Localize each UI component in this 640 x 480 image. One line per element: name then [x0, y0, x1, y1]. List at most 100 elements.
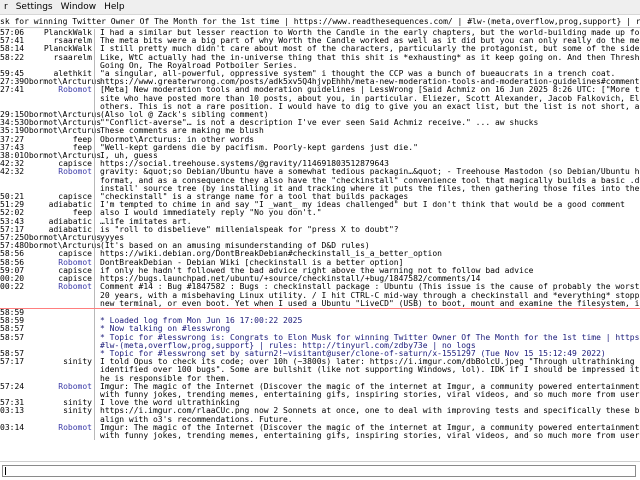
log-message: "checkinstall" is a strange name for a t…: [100, 193, 409, 202]
log-message: he is responsible for them.: [100, 374, 231, 383]
log-line: 38:01]Obormot\ArcturusI, uh, guess: [0, 151, 640, 161]
log-message: others. This is not a rare position. I w…: [100, 102, 640, 111]
log-message: * Topic for #lesswrong is: Congrats to E…: [100, 333, 640, 342]
log-message: [Meta] New moderation tools and moderati…: [100, 86, 640, 95]
log-line: 57:24]Robomot Imgur: The magic of the Int…: [0, 382, 640, 391]
log-message: (It's based on an amusing misunderstandi…: [100, 242, 370, 251]
log-timestamp: 58:56]: [0, 258, 24, 267]
menu-item-settings[interactable]: Settings: [12, 2, 57, 12]
log-message: I love the word ultrathinking: [100, 399, 240, 408]
log-timestamp: 58:59]: [0, 317, 24, 326]
log-message: These comments are making me blush: [100, 127, 264, 136]
log-timestamp: 00:22]: [0, 283, 24, 292]
log-message: Imgur: The magic of the Internet (Discov…: [100, 423, 640, 432]
log-timestamp: 57:48]: [0, 242, 24, 251]
log-line: Going On, The Royalroad Potboiler Series…: [0, 61, 640, 71]
log-nick: [24, 432, 94, 440]
log-timestamp: 42:32]: [0, 168, 24, 177]
log-nick[interactable]: sinity: [24, 407, 94, 415]
log-message: Like, WtC actually had the in-universe t…: [100, 53, 640, 62]
log-nick: [24, 95, 94, 103]
log-message: * Loaded log from Mon Jun 16 17:00:22 20…: [100, 317, 303, 326]
menu-bar: r Settings Window Help: [0, 0, 640, 15]
log-line: 52:02]feepalso I would immediately reply…: [0, 209, 640, 218]
log-line: with funny jokes, trending memes, entert…: [0, 431, 640, 441]
log-line: 57:48]Obormot\Arcturus(It's based on an …: [0, 242, 640, 251]
log-message: I'm tempted to chime in and say "I _want…: [100, 201, 625, 210]
log-nick[interactable]: Robomot: [24, 283, 94, 291]
log-timestamp: 51:29]: [0, 201, 24, 210]
log-message: new terminal, or even boot. Yet when I u…: [100, 299, 640, 308]
log-message: is "roll to disbelieve" millenialspeak f…: [100, 225, 399, 234]
log-timestamp: 38:01]: [0, 152, 24, 161]
log-nick: [24, 366, 94, 374]
log-line: 03:13]sinity https://i.imgur.com/rlaaCUc.…: [0, 407, 640, 416]
log-nick[interactable]: rsaarelm: [24, 53, 94, 62]
log-timestamp: 57:24]: [0, 382, 24, 391]
log-message: https://social.treehouse.systems/@gravit…: [100, 160, 389, 169]
log-line: 58:57] * Topic for #lesswrong set by satu…: [0, 349, 640, 359]
log-timestamp: 59:45]: [0, 70, 24, 79]
log-timestamp: 27:41]: [0, 86, 24, 95]
log-timestamp: 37:27]: [0, 135, 24, 144]
log-timestamp: 58:22]: [0, 53, 24, 62]
log-line: 27:41]Robomot [Meta] New moderation tools…: [0, 86, 640, 95]
log-message: with funny jokes, trending memes, entert…: [100, 390, 640, 399]
log-timestamp: [0, 375, 24, 383]
log-nick: [24, 309, 94, 317]
log-line: format, and as a consequence they also h…: [0, 176, 640, 185]
log-line: 58:59] * Loaded log from Mon Jun 16 17:00…: [0, 317, 640, 326]
log-line: site who have posted more than 10 posts,…: [0, 94, 640, 103]
log-timestamp: 57:31]: [0, 399, 24, 408]
log-line: 58:56]capiscehttps://wiki.debian.org/Don…: [0, 250, 640, 259]
log-timestamp: 58:14]: [0, 45, 24, 54]
log-timestamp: 52:02]: [0, 209, 24, 218]
log-nick[interactable]: Robomot: [24, 423, 94, 432]
log-message: …life imitates art.: [100, 217, 192, 226]
log-message: https://wiki.debian.org/DontBreakDebian#…: [100, 250, 442, 259]
log-nick: [24, 292, 94, 300]
channel-topic[interactable]: sk for winning Twitter Owner Of The Mont…: [0, 15, 640, 28]
log-timestamp: 57:25]: [0, 234, 24, 243]
menu-item-help[interactable]: Help: [100, 2, 129, 12]
log-line: 00:22]Robomot Comment #14 : Bug #1847582 …: [0, 283, 640, 292]
chat-log[interactable]: 57:06]PlanckWalkI had a similar but less…: [0, 29, 640, 454]
log-message: https://i.imgur.com/rlaaCUc.png now 2 So…: [100, 407, 640, 416]
log-line: 58:59]: [0, 307, 640, 318]
log-nick[interactable]: sinity: [24, 357, 94, 366]
menu-item-window[interactable]: Window: [57, 2, 101, 12]
log-line: 20 years, with a misbehaving Linux utili…: [0, 291, 640, 300]
log-message: #lw-(meta,overflow,prog,support} | rules…: [100, 341, 476, 350]
log-nick[interactable]: Robomot: [24, 168, 94, 176]
log-timestamp: 29:15]: [0, 111, 24, 120]
log-timestamp: [0, 62, 24, 70]
log-timestamp: [0, 103, 24, 111]
log-timestamp: 27:39]: [0, 78, 24, 87]
log-timestamp: 57:17]: [0, 358, 24, 367]
log-timestamp: 03:13]: [0, 407, 24, 416]
log-timestamp: 58:57]: [0, 349, 24, 358]
log-message: I, uh, guess: [100, 152, 158, 161]
log-line: 50:21]capisce"checkinstall" is a strange…: [0, 192, 640, 202]
log-line: 58:57] * Topic for #lesswrong is: Congrat…: [0, 333, 640, 342]
message-input[interactable]: [2, 465, 636, 477]
log-nick[interactable]: Robomot: [24, 86, 94, 94]
log-line: 42:32]Robomot gravity: &quot;so Debian/Ub…: [0, 168, 640, 177]
log-line: install' source tree (by installing it a…: [0, 184, 640, 194]
log-nick[interactable]: Robomot: [24, 382, 94, 391]
log-line: 35:19]Obormot\ArcturusThese comments are…: [0, 127, 640, 136]
menu-item-server[interactable]: r: [0, 2, 12, 12]
log-message: Imgur: The magic of the Internet (Discov…: [100, 382, 640, 391]
log-line: 42:32]capiscehttps://social.treehouse.sy…: [0, 160, 640, 169]
log-line: 27:39]Obormot\Arcturushttps://www.greate…: [0, 78, 640, 87]
log-timestamp: [0, 300, 24, 308]
log-timestamp: 37:43]: [0, 143, 24, 152]
log-timestamp: 50:21]: [0, 193, 24, 202]
log-timestamp: 58:57]: [0, 333, 24, 342]
log-nick: [24, 325, 94, 333]
log-timestamp: [0, 292, 24, 300]
log-line: align with o3's recommendations. Future.: [0, 415, 640, 424]
log-message: I still pretty much didn't care about mo…: [100, 45, 640, 54]
log-message: https://www.greaterwrong.com/posts/adk5x…: [100, 78, 640, 87]
log-message: identified over 100 bugs". Some are bull…: [100, 366, 640, 375]
